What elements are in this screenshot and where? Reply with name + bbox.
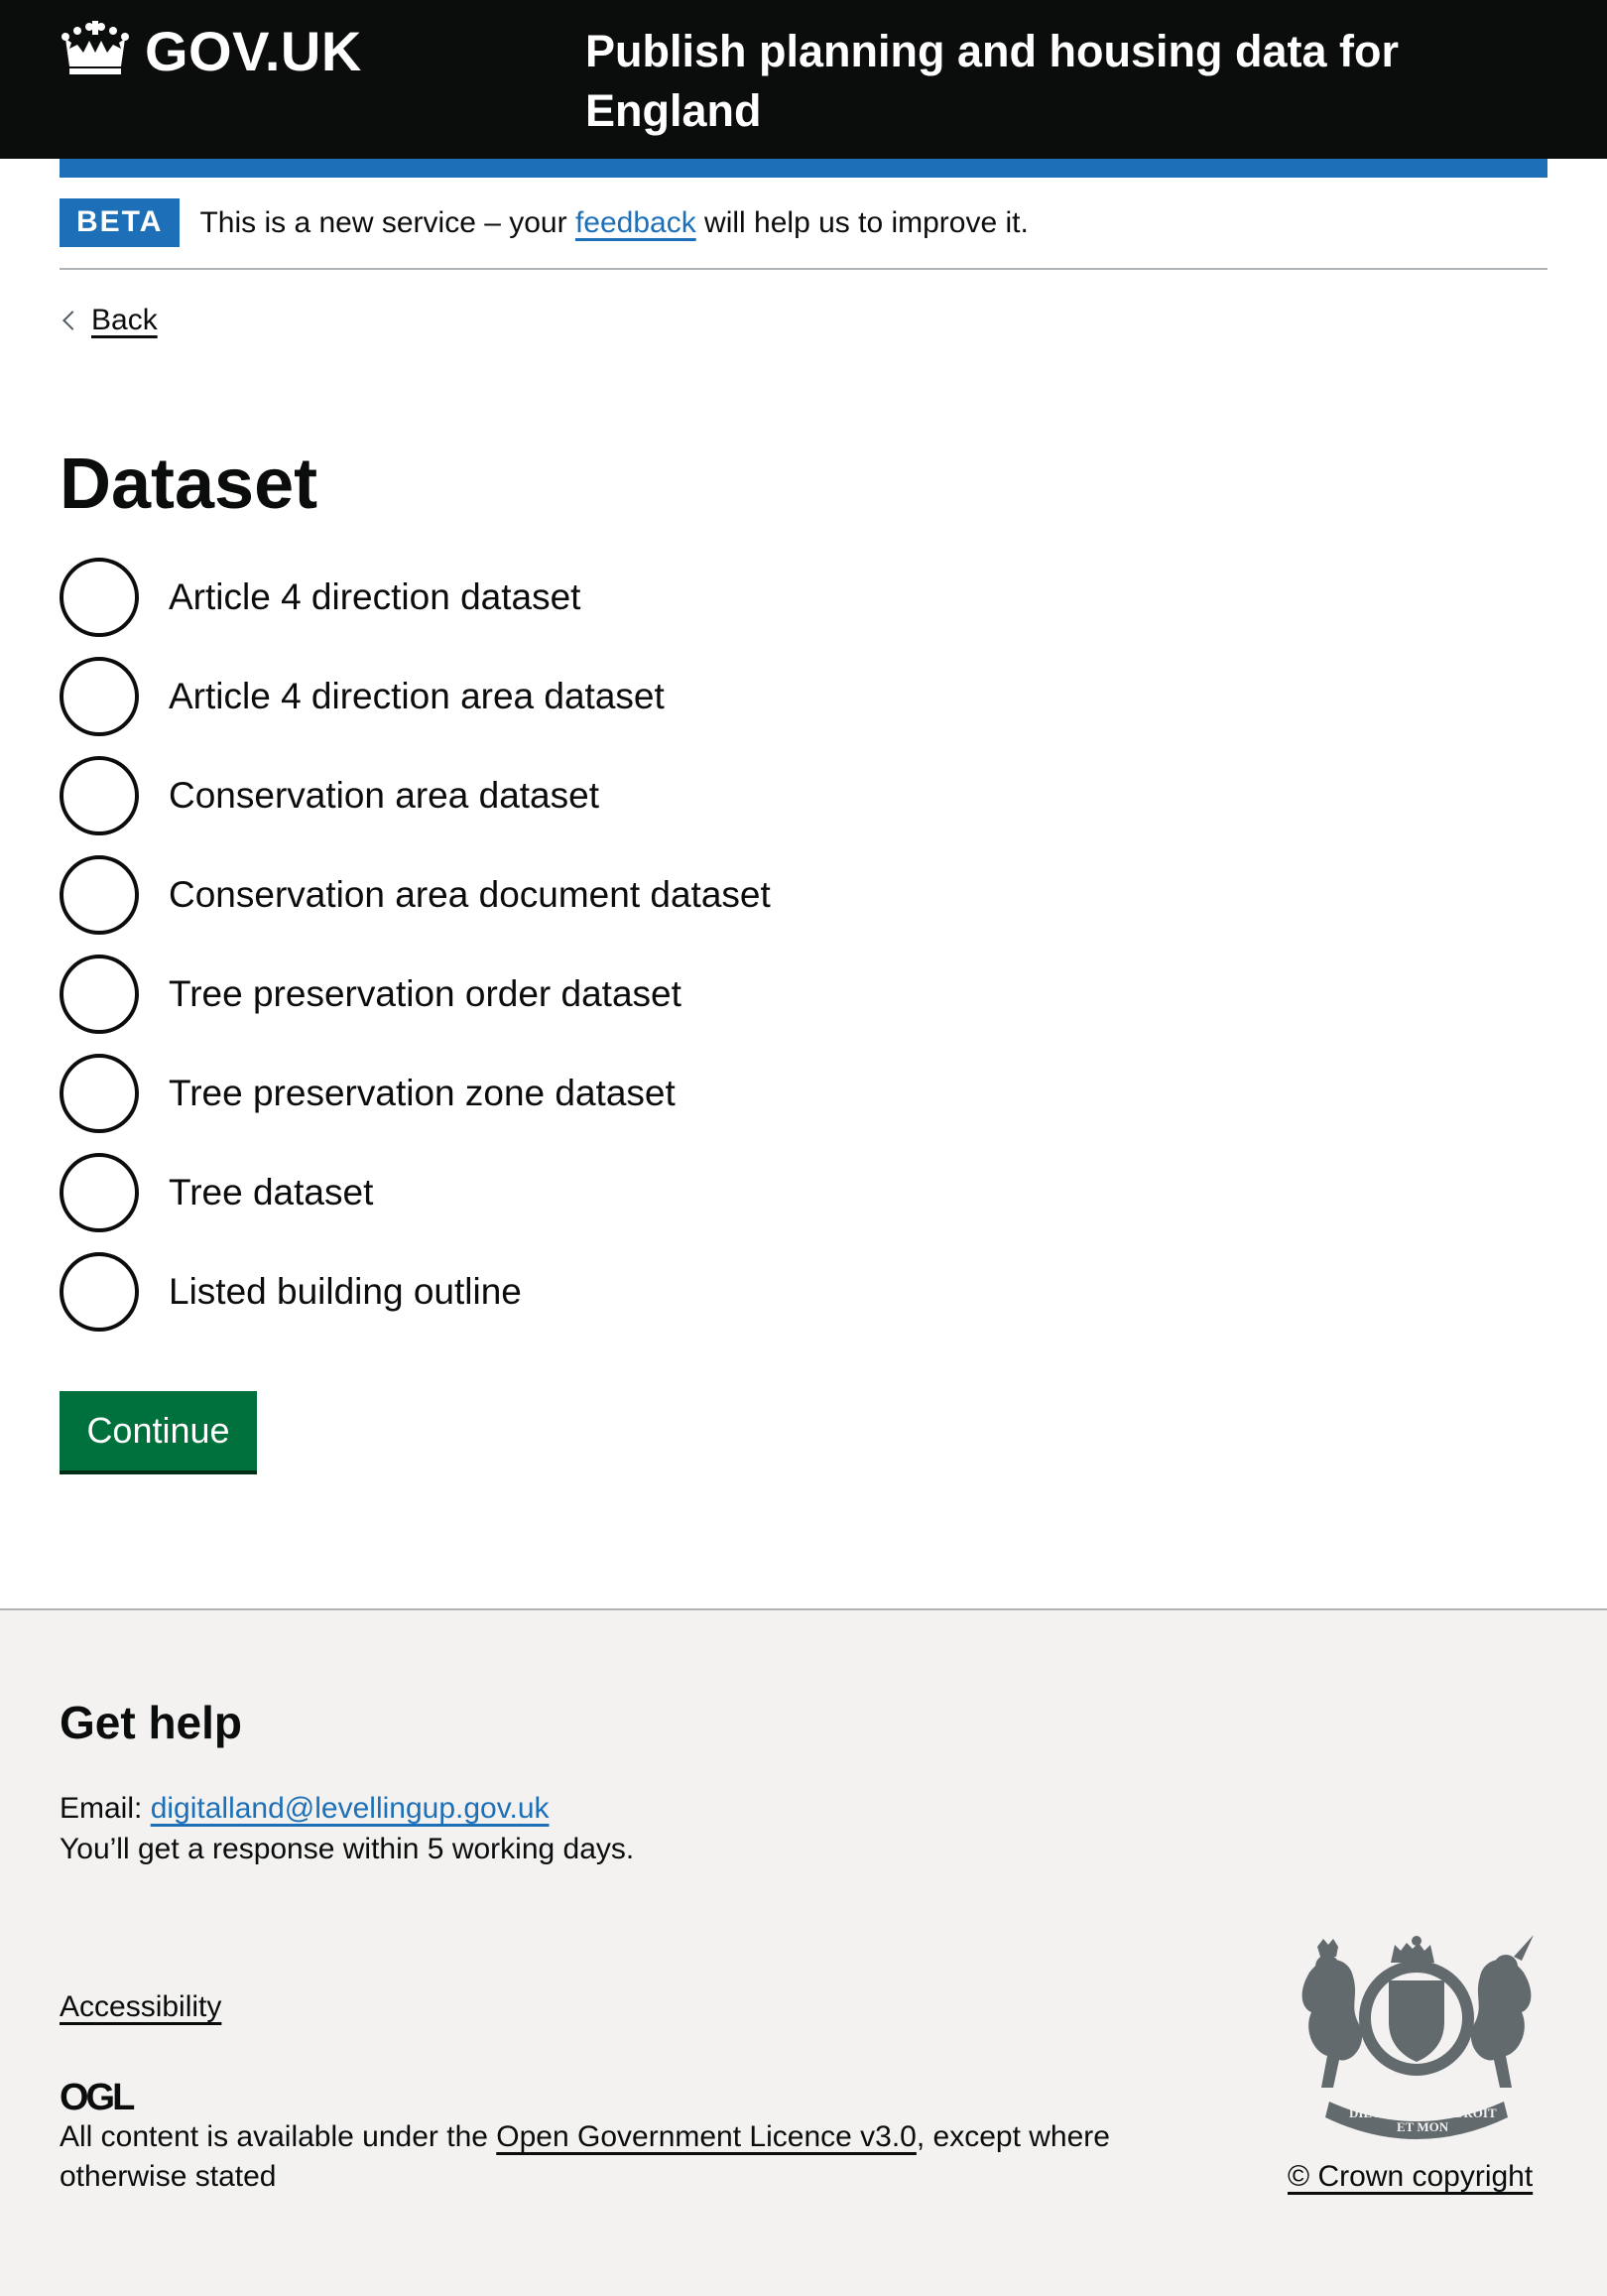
radio-option[interactable]: Conservation area document dataset: [60, 855, 1051, 935]
crown-icon: [60, 20, 131, 81]
phase-banner-text: This is a new service – your feedback wi…: [199, 198, 1028, 248]
radio-option[interactable]: Conservation area dataset: [60, 756, 1051, 835]
ogl-logo-text: OGL: [60, 2079, 135, 2112]
radio-button[interactable]: [60, 1054, 139, 1133]
chevron-left-icon: [62, 311, 82, 330]
phase-text-before: This is a new service – your: [199, 206, 575, 239]
logo-text: GOV.UK: [145, 19, 362, 82]
radio-label: Tree dataset: [169, 1172, 374, 1212]
radio-option[interactable]: Tree preservation order dataset: [60, 955, 1051, 1034]
radio-label: Tree preservation order dataset: [169, 973, 681, 1014]
radio-option[interactable]: Listed building outline: [60, 1252, 1051, 1332]
radio-label: Conservation area dataset: [169, 775, 599, 816]
site-header: GOV.UK Publish planning and housing data…: [0, 0, 1607, 159]
header-blue-bar: [60, 159, 1547, 178]
email-line: Email: digitalland@levellingup.gov.uk: [60, 1789, 550, 1829]
crown-copyright-link[interactable]: © Crown copyright: [1288, 2157, 1533, 2197]
radio-button[interactable]: [60, 855, 139, 935]
site-footer: Get help Email: digitalland@levellingup.…: [0, 1608, 1607, 2296]
get-help-heading: Get help: [60, 1697, 243, 1748]
phase-text-after: will help us to improve it.: [695, 206, 1029, 239]
licence-text-before: All content is available under the: [60, 2120, 497, 2153]
radio-button[interactable]: [60, 1252, 139, 1332]
radio-option[interactable]: Tree preservation zone dataset: [60, 1054, 1051, 1133]
back-link[interactable]: Back: [60, 298, 158, 343]
accessibility-link[interactable]: Accessibility: [60, 1987, 221, 2027]
licence-text: All content is available under the Open …: [60, 2117, 1171, 2197]
radio-option[interactable]: Article 4 direction dataset: [60, 558, 1051, 637]
govuk-home-link[interactable]: GOV.UK: [60, 18, 362, 83]
radio-label: Article 4 direction dataset: [169, 576, 581, 617]
response-time-text: You’ll get a response within 5 working d…: [60, 1833, 635, 1865]
radio-label: Listed building outline: [169, 1271, 522, 1312]
radio-button[interactable]: [60, 756, 139, 835]
radio-option[interactable]: Tree dataset: [60, 1153, 1051, 1232]
email-label: Email:: [60, 1792, 151, 1825]
royal-coat-of-arms-icon: DIEU ET MON DROIT: [1290, 1933, 1543, 2146]
continue-button[interactable]: Continue: [60, 1391, 257, 1470]
email-link[interactable]: digitalland@levellingup.gov.uk: [151, 1792, 550, 1825]
feedback-link[interactable]: feedback: [575, 206, 696, 239]
radio-button[interactable]: [60, 1153, 139, 1232]
radio-label: Article 4 direction area dataset: [169, 676, 665, 716]
radio-button[interactable]: [60, 657, 139, 736]
radio-button[interactable]: [60, 955, 139, 1034]
radio-option[interactable]: Article 4 direction area dataset: [60, 657, 1051, 736]
dataset-radio-group: Article 4 direction dataset Article 4 di…: [60, 558, 1051, 1351]
radio-label: Conservation area document dataset: [169, 874, 771, 915]
radio-button[interactable]: [60, 558, 139, 637]
phase-banner: BETA This is a new service – your feedba…: [60, 198, 1547, 270]
back-link-label: Back: [91, 304, 158, 336]
crest-motto-2: ET MON: [1397, 2119, 1449, 2134]
page-title: Dataset: [60, 445, 318, 524]
ogl-logo-icon: OGL: [60, 2077, 143, 2118]
crest-motto-3: DROIT: [1454, 2105, 1497, 2120]
open-government-licence-link[interactable]: Open Government Licence v3.0: [496, 2120, 917, 2153]
service-name-link[interactable]: Publish planning and housing data for En…: [585, 22, 1478, 141]
crest-motto-1: DIEU: [1349, 2105, 1382, 2120]
radio-label: Tree preservation zone dataset: [169, 1073, 676, 1113]
beta-tag: BETA: [60, 198, 181, 247]
